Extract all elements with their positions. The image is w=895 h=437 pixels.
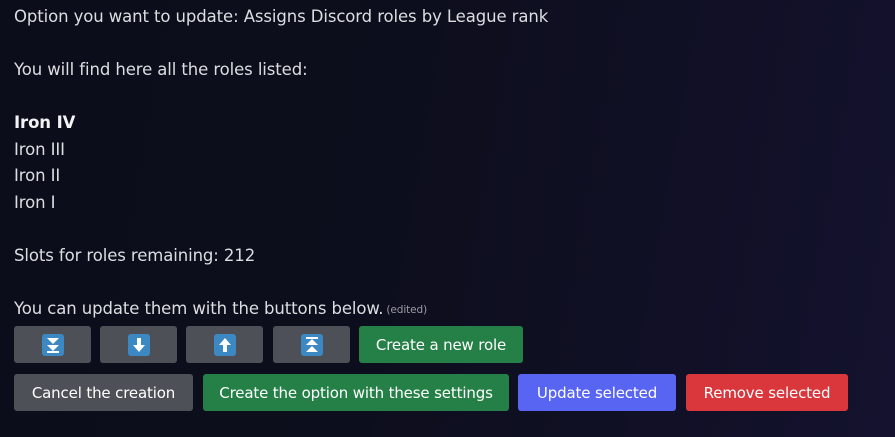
role-item: Iron III xyxy=(14,139,65,159)
double-up-arrow-icon xyxy=(300,333,323,356)
role-item-selected: Iron IV xyxy=(14,113,76,132)
option-line: Option you want to update: Assigns Disco… xyxy=(14,7,549,26)
move-to-bottom-button[interactable] xyxy=(14,326,91,363)
move-to-top-button[interactable] xyxy=(273,326,350,363)
message-content: Option you want to update: Assigns Disco… xyxy=(14,4,874,323)
role-item: Iron I xyxy=(14,192,56,212)
move-up-button[interactable] xyxy=(186,326,263,363)
edited-label: (edited) xyxy=(386,303,428,316)
cancel-creation-button[interactable]: Cancel the creation xyxy=(14,374,193,411)
intro-line: You will find here all the roles listed: xyxy=(14,60,308,79)
remove-selected-button[interactable]: Remove selected xyxy=(686,374,848,411)
update-instructions-line: You can update them with the buttons bel… xyxy=(14,296,874,324)
double-down-arrow-icon xyxy=(41,333,64,356)
update-instructions-text: You can update them with the buttons bel… xyxy=(14,298,384,318)
role-item: Iron II xyxy=(14,166,61,185)
slots-remaining-line: Slots for roles remaining: 212 xyxy=(14,245,256,265)
create-option-button[interactable]: Create the option with these settings xyxy=(203,374,509,411)
move-down-button[interactable] xyxy=(100,326,177,363)
update-selected-button[interactable]: Update selected xyxy=(518,374,676,411)
up-arrow-icon xyxy=(213,333,236,356)
down-arrow-icon xyxy=(127,333,150,356)
create-new-role-button[interactable]: Create a new role xyxy=(359,326,523,363)
